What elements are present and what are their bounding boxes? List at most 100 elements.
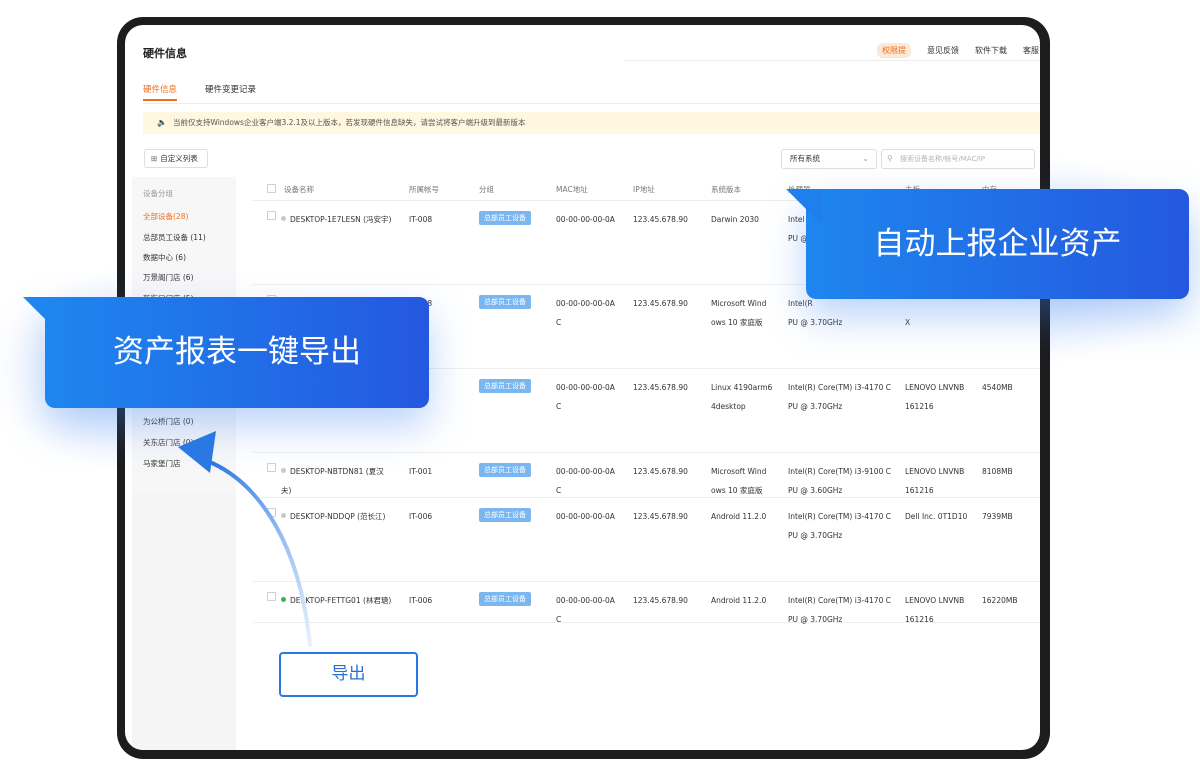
top-nav-item-permission[interactable]: 权限提 [877, 43, 911, 58]
cpu-text: Intel(R [788, 299, 813, 308]
board-cell: X [905, 294, 910, 332]
column-header: 设备名称 [284, 185, 314, 194]
ip-cell: 123.45.678.90 [633, 467, 688, 476]
mac-text: C [556, 402, 562, 411]
board-cell: LENOVO LNVNB 161216 [905, 462, 964, 500]
mac-text: C [556, 486, 562, 495]
ip-cell: 123.45.678.90 [633, 383, 688, 392]
group-badge: 总部员工设备 [479, 295, 531, 309]
mac-cell: 00-00-00-00-0A C [556, 591, 615, 629]
board-text: LENOVO LNVNB [905, 596, 965, 605]
os-text: Android 11.2.0 [711, 596, 767, 605]
cpu-text: PU @ 3.70GHz [788, 531, 843, 540]
ip-cell: 123.45.678.90 [633, 215, 688, 224]
group-panel-header: 设备分组 [143, 189, 173, 198]
board-text: 161216 [905, 615, 934, 624]
mac-cell: 00-00-00-00-0A C [556, 378, 615, 416]
search-placeholder: 搜索设备名称/帐号/MAC/IP [900, 155, 985, 163]
board-text: 161216 [905, 402, 934, 411]
cpu-text: PU @ 3.60GHz [788, 486, 843, 495]
cpu-cell: Intel(R) Core(TM) i3-4170 C PU @ 3.70GHz [788, 507, 891, 545]
os-cell: Android 11.2.0 [711, 507, 766, 526]
device-name-cell: DESKTOP-1E7LESN (冯安宇) [281, 210, 391, 229]
group-badge: 总部员工设备 [479, 592, 531, 606]
board-cell: LENOVO LNVNB 161216 [905, 591, 964, 629]
board-text: LENOVO LNVNB [905, 383, 965, 392]
group-item-hq[interactable]: 总部员工设备 (11) [143, 232, 206, 243]
group-item-store[interactable]: 万景阁门店 (6) [143, 272, 194, 283]
group-badge: 总部员工设备 [479, 463, 531, 477]
column-header: 所属帐号 [409, 185, 439, 194]
mac-text: C [556, 615, 562, 624]
os-text: Android 11.2.0 [711, 512, 767, 521]
system-select[interactable]: 所有系统 ⌄ [781, 149, 877, 169]
memory-cell: 16220MB [982, 596, 1018, 605]
mac-text: 00-00-00-00-0A [556, 512, 615, 521]
account-cell: IT-001 [409, 467, 433, 476]
cpu-text: Intel(R) Core(TM) i3-4170 C [788, 512, 891, 521]
os-text: Microsoft Wind [711, 299, 767, 308]
export-callout: 资产报表一键导出 [45, 297, 429, 408]
memory-cell: 8108MB [982, 467, 1013, 476]
board-text: LENOVO LNVNB [905, 467, 965, 476]
row-checkbox[interactable] [267, 211, 276, 220]
top-bar: 硬件信息 权限提 意见反馈 软件下载 客服 [125, 25, 1040, 83]
board-text: 161216 [905, 486, 934, 495]
export-button[interactable]: 导出 [279, 652, 418, 697]
table-row[interactable]: DESKTOP-NDDQP (范长江) IT-006 总部员工设备 00-00-00-… [253, 498, 1040, 582]
cpu-cell: Intel(R) Core(TM) i3-4170 C PU @ 3.70GHz [788, 591, 891, 629]
tab-hardware-change-log[interactable]: 硬件变更记录 [205, 83, 256, 95]
os-cell: Microsoft Wind ows 10 家庭版 [711, 294, 766, 332]
account-cell: IT-008 [409, 215, 433, 224]
account-cell: IT-006 [409, 512, 433, 521]
grid-icon: ⊞ [151, 154, 158, 163]
cpu-text: Intel(R) Core(TM) i3-9100 C [788, 467, 891, 476]
group-item-datacenter[interactable]: 数据中心 (6) [143, 252, 186, 263]
table-row[interactable]: DESKTOP-FETTG01 (林君瑭) IT-006 总部员工设备 00-00-0… [253, 582, 1040, 624]
mac-cell: 00-00-00-00-0A [556, 210, 615, 229]
cpu-text: PU @ 3.70GHz [788, 318, 843, 327]
table-row[interactable]: DESKTOP-NBTDN81 (夏汉 夫) IT-001 总部员工设备 00-00-0… [253, 453, 1040, 498]
device-name: DESKTOP-1E7LESN (冯安宇) [290, 215, 392, 224]
column-header: IP地址 [633, 185, 655, 194]
mac-text: 00-00-00-00-0A [556, 467, 615, 476]
top-nav: 权限提 意见反馈 软件下载 客服 [877, 43, 1040, 58]
top-bar-divider [625, 60, 1040, 61]
cpu-cell: Intel PU @ [788, 210, 808, 248]
select-all-checkbox[interactable] [267, 184, 276, 193]
mac-text: 00-00-00-00-0A [556, 383, 615, 392]
os-text: Darwin 2030 [711, 215, 759, 224]
mac-text: 00-00-00-00-0A [556, 215, 615, 224]
column-header: 系统版本 [711, 185, 741, 194]
board-cell: Dell Inc. 0T1D10 [905, 507, 967, 526]
memory-cell: 4540MB [982, 383, 1013, 392]
group-item-all[interactable]: 全部设备(28) [143, 211, 188, 222]
cpu-text: Intel(R) Core(TM) i3-4170 C [788, 383, 891, 392]
search-input[interactable]: ⚲ 搜索设备名称/帐号/MAC/IP [881, 149, 1035, 169]
curved-arrow-icon [178, 431, 312, 647]
cpu-text: PU @ [788, 234, 808, 243]
mac-cell: 00-00-00-00-0A C [556, 462, 615, 500]
tab-hardware-info[interactable]: 硬件信息 [143, 83, 178, 101]
os-cell: Darwin 2030 [711, 210, 759, 229]
mac-cell: 00-00-00-00-0A [556, 507, 615, 526]
cpu-text: Intel [788, 215, 805, 224]
mac-cell: 00-00-00-00-0A C [556, 294, 615, 332]
top-nav-item-service[interactable]: 客服 [1023, 45, 1039, 58]
top-nav-item-feedback[interactable]: 意见反馈 [927, 45, 959, 58]
memory-cell: 7939MB [982, 512, 1013, 521]
cpu-text: Intel(R) Core(TM) i3-4170 C [788, 596, 891, 605]
ip-cell: 123.45.678.90 [633, 512, 688, 521]
top-nav-item-download[interactable]: 软件下载 [975, 45, 1007, 58]
os-text: Microsoft Wind [711, 467, 767, 476]
custom-list-button[interactable]: ⊞ 自定义列表 [144, 149, 208, 168]
column-header: MAC地址 [556, 185, 588, 194]
ip-cell: 123.45.678.90 [633, 596, 688, 605]
mac-text: 00-00-00-00-0A [556, 299, 615, 308]
board-cell: LENOVO LNVNB 161216 [905, 378, 964, 416]
os-text: ows 10 家庭版 [711, 486, 763, 495]
board-text: Dell Inc. 0T1D10 [905, 512, 968, 521]
tab-bar: 硬件信息 硬件变更记录 [143, 83, 1040, 104]
board-text: X [905, 318, 911, 327]
custom-list-label: 自定义列表 [160, 154, 198, 163]
